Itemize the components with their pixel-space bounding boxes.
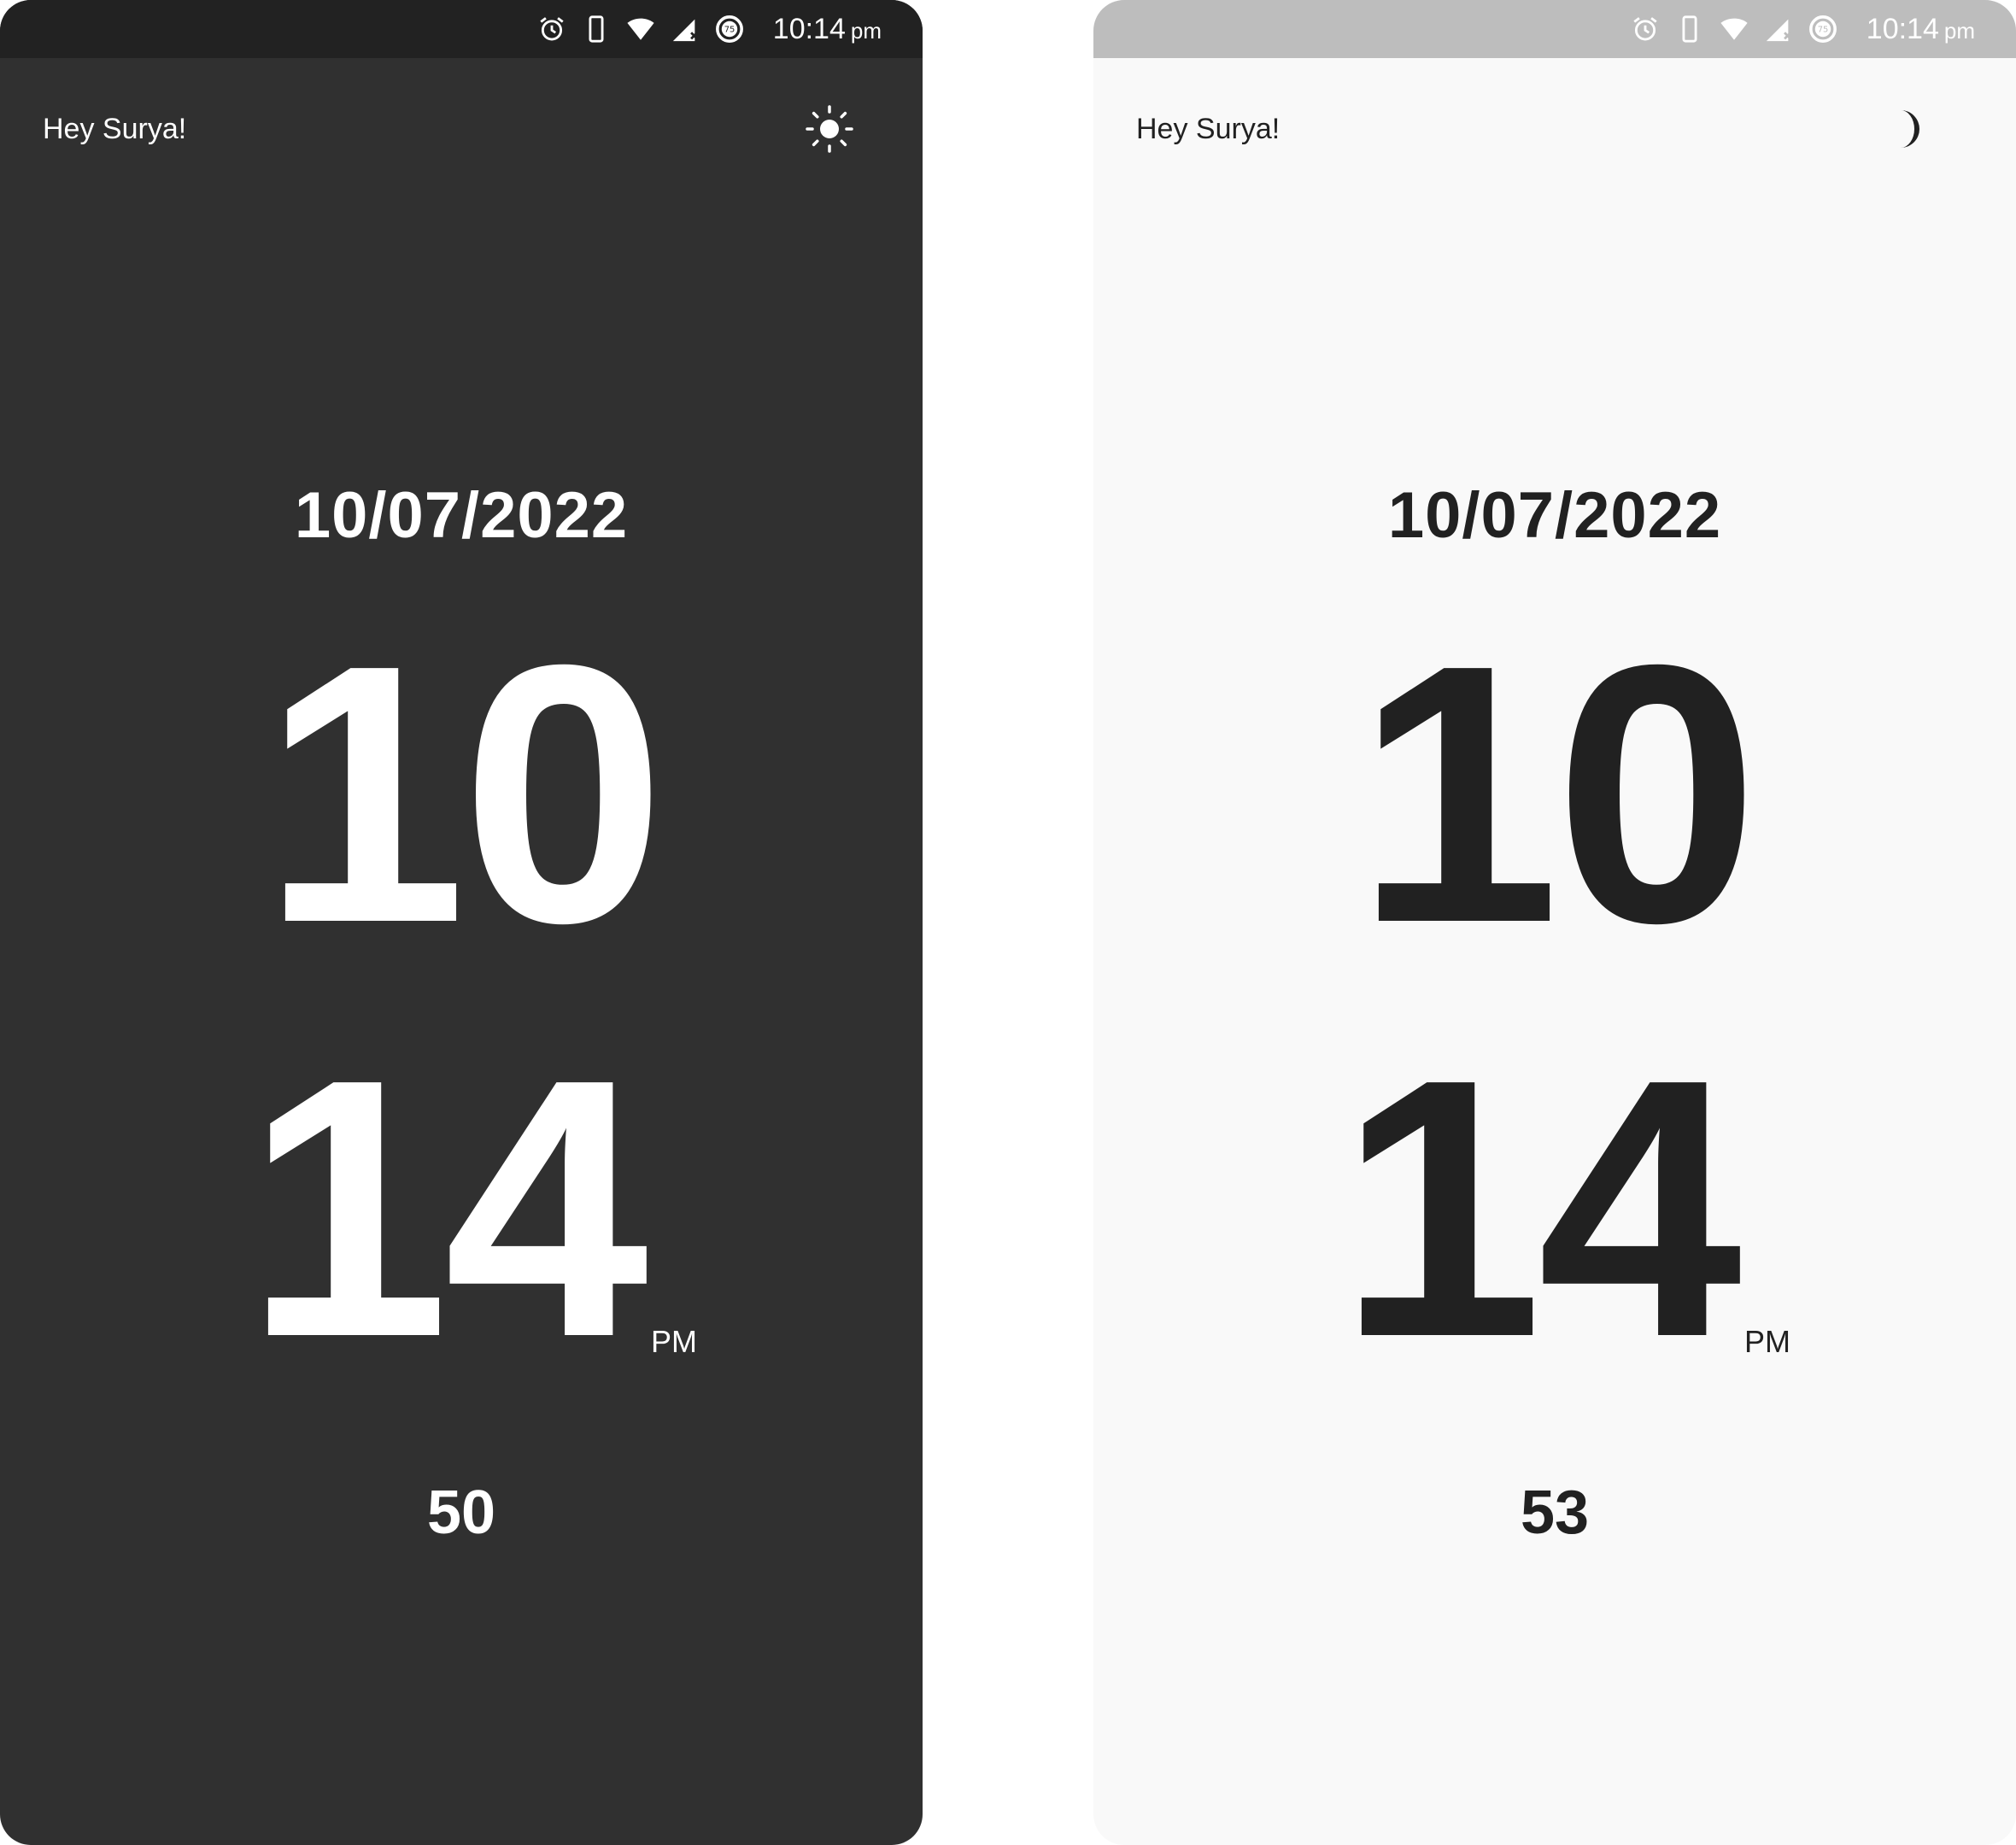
status-ampm: pm (1943, 18, 1975, 44)
battery-saver-icon: 75 (1808, 15, 1837, 44)
signal-icon (671, 15, 700, 44)
seconds-display: 53 (1520, 1479, 1590, 1547)
minute-row: 14 PM (1093, 1004, 2016, 1414)
seconds-display: 50 (426, 1479, 496, 1547)
moon-icon (1901, 110, 1919, 148)
sun-icon (806, 105, 853, 153)
minute-display: 14 (244, 1004, 648, 1414)
wifi-icon (626, 15, 655, 44)
ampm-label: PM (651, 1324, 697, 1359)
minute-display: 14 (1338, 1004, 1742, 1414)
date-label: 10/07/2022 (1387, 479, 1722, 552)
theme-toggle-button[interactable] (801, 101, 858, 157)
hour-display: 10 (261, 589, 665, 999)
status-bar: 75 10:14 pm (0, 0, 923, 58)
theme-toggle-button[interactable] (1878, 101, 1934, 157)
vibrate-icon (1675, 15, 1704, 44)
svg-text:75: 75 (1817, 26, 1828, 35)
greeting-text: Hey Surya! (1136, 113, 1281, 145)
alarm-icon (1631, 15, 1660, 44)
vibrate-icon (582, 15, 611, 44)
alarm-icon (537, 15, 566, 44)
date-label: 10/07/2022 (294, 479, 629, 552)
status-clock: 10:14 pm (1867, 15, 1975, 44)
ampm-label: PM (1744, 1324, 1790, 1359)
status-bar: 75 10:14 pm (1093, 0, 2016, 58)
status-time: 10:14 (1866, 13, 1939, 45)
dark-theme-screen: 75 10:14 pm Hey Surya! 10/07/2022 10 14 … (0, 0, 923, 1845)
greeting-text: Hey Surya! (43, 113, 187, 145)
hour-display: 10 (1355, 589, 1759, 999)
status-ampm: pm (850, 18, 882, 44)
battery-saver-icon: 75 (715, 15, 744, 44)
wifi-icon (1720, 15, 1749, 44)
minute-row: 14 PM (0, 1004, 923, 1414)
light-theme-screen: 75 10:14 pm Hey Surya! 10/07/2022 10 14 … (1093, 0, 2016, 1845)
signal-icon (1764, 15, 1793, 44)
status-clock: 10:14 pm (773, 15, 882, 44)
svg-text:75: 75 (724, 26, 735, 35)
status-time: 10:14 (772, 13, 846, 45)
